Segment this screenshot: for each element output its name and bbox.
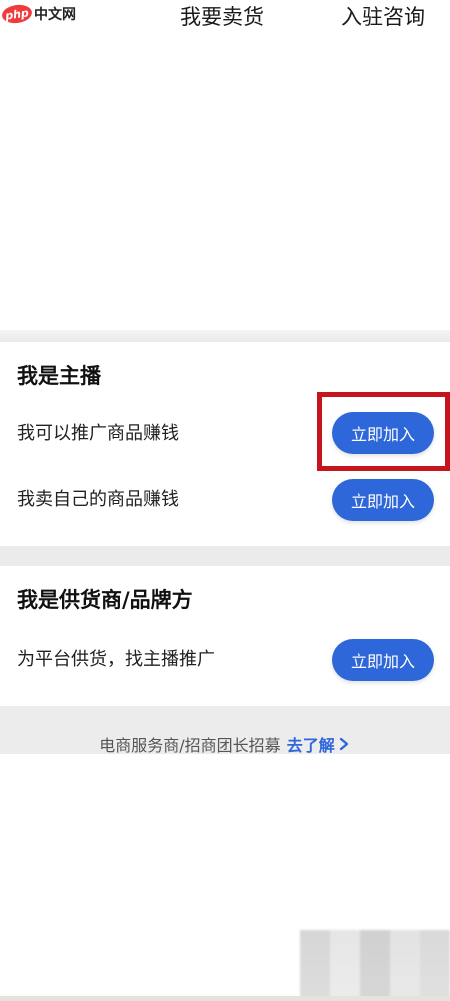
join-supplier-button[interactable]: 立即加入 [332, 639, 434, 681]
tab-sell-goods[interactable]: 我要卖货 [180, 3, 264, 31]
join-own-goods-button[interactable]: 立即加入 [332, 479, 434, 521]
highlight-box [317, 392, 450, 471]
footer-recruit-text: 电商服务商/招商团长招募 [99, 736, 281, 755]
top-nav: 我要卖货 入驻咨询 [0, 0, 450, 34]
bottom-edge [0, 996, 450, 1001]
supplier-row-text: 为平台供货，找主播推广 [17, 649, 215, 670]
anchor-card-title: 我是主播 [17, 364, 101, 388]
chevron-right-icon[interactable] [337, 737, 351, 751]
tab-settle-consult[interactable]: 入驻咨询 [341, 3, 425, 31]
supplier-card-title: 我是供货商/品牌方 [17, 588, 193, 612]
supplier-card: 我是供货商/品牌方 为平台供货，找主播推广 立即加入 [0, 566, 450, 708]
footer-recruit: 电商服务商/招商团长招募 去了解 [0, 732, 450, 756]
page: php 中文网 我要卖货 入驻咨询 我是主播 我可以推广商品赚钱 立即加入 我卖… [0, 0, 450, 1001]
learn-more-link[interactable]: 去了解 [287, 732, 335, 756]
anchor-row-promote-text: 我可以推广商品赚钱 [17, 423, 179, 444]
mosaic-artifact [300, 930, 450, 1001]
section-divider [0, 546, 450, 568]
anchor-row-own-goods-text: 我卖自己的商品赚钱 [17, 489, 179, 510]
